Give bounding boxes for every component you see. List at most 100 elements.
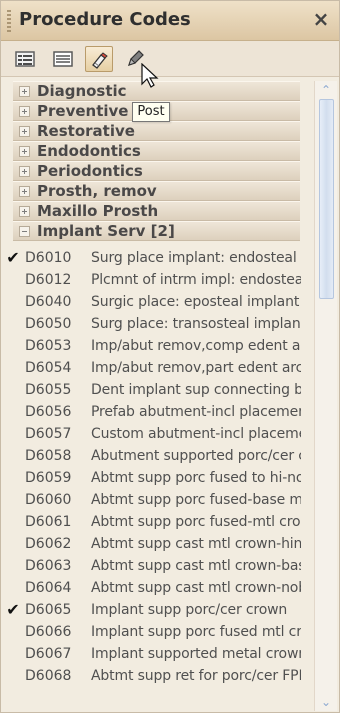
procedure-description: Abtmt supp porc fused-mtl crown [91, 514, 301, 530]
close-button[interactable]: × [311, 8, 331, 30]
procedure-row[interactable]: D6068 Abtmt supp ret for porc/cer FPD [1, 665, 306, 687]
procedure-row[interactable]: D6012 Plcmnt of intrm impl: endosteal [1, 269, 306, 291]
procedure-code: D6055 [25, 382, 72, 398]
category-endodontics[interactable]: Endodontics [13, 141, 300, 161]
procedure-code: D6053 [25, 338, 72, 354]
expand-icon[interactable] [19, 166, 30, 177]
procedure-code: D6010 [25, 250, 72, 266]
procedure-code: D6067 [25, 646, 72, 662]
procedure-description: Imp/abut remov,part edent arch [91, 360, 301, 376]
procedure-description: Imp/abut remov,comp edent arch [91, 338, 301, 354]
procedure-code: D6060 [25, 492, 72, 508]
category-label: Maxillo Prosth [37, 202, 159, 220]
procedure-description: Prefab abutment-incl placement [91, 404, 301, 420]
procedure-description: Dent implant sup connecting bar [91, 382, 301, 398]
mouse-cursor-icon [141, 63, 159, 88]
expand-icon[interactable] [19, 86, 30, 97]
procedure-description: Abutment supported porc/cer crn [91, 448, 301, 464]
category-label: Diagnostic [37, 82, 127, 100]
vertical-scrollbar[interactable]: ⌃ ⌄ [314, 81, 337, 711]
detail-list-icon [53, 51, 73, 67]
expand-icon[interactable] [19, 106, 30, 117]
procedure-code: D6054 [25, 360, 72, 376]
procedure-row[interactable]: D6066 Implant supp porc fused mtl crn [1, 621, 306, 643]
category-prosth-remov[interactable]: Prosth, remov [13, 181, 300, 201]
procedure-row[interactable]: D6061 Abtmt supp porc fused-mtl crown [1, 511, 306, 533]
collapse-icon[interactable] [19, 226, 30, 237]
procedure-code: D6063 [25, 558, 72, 574]
procedure-row[interactable]: D6053 Imp/abut remov,comp edent arch [1, 335, 306, 357]
post-tool-button[interactable] [85, 46, 113, 72]
procedure-code: D6065 [25, 602, 72, 618]
procedure-code-list: Diagnostic Preventive Restorative Endodo… [1, 77, 339, 712]
category-implant-serv[interactable]: Implant Serv [2] [13, 221, 300, 241]
procedure-code: D6056 [25, 404, 72, 420]
procedure-row[interactable]: D6060 Abtmt supp porc fused-base metl [1, 489, 306, 511]
procedure-description: Abtmt supp cast mtl crown-noble [91, 580, 301, 596]
procedure-code: D6012 [25, 272, 72, 288]
procedure-code: D6059 [25, 470, 72, 486]
procedure-row[interactable]: D6064 Abtmt supp cast mtl crown-noble [1, 577, 306, 599]
procedure-description: Implant supp porc fused mtl crn [91, 624, 301, 640]
procedure-code: D6066 [25, 624, 72, 640]
category-label: Endodontics [37, 142, 141, 160]
category-label: Restorative [37, 122, 135, 140]
expand-icon[interactable] [19, 206, 30, 217]
category-maxillo-prosth[interactable]: Maxillo Prosth [13, 201, 300, 221]
detail-view-button[interactable] [49, 46, 77, 72]
procedure-code: D6062 [25, 536, 72, 552]
procedure-code: D6068 [25, 668, 72, 684]
procedure-code: D6061 [25, 514, 72, 530]
procedure-code: D6050 [25, 316, 72, 332]
procedure-row[interactable]: D6055 Dent implant sup connecting bar [1, 379, 306, 401]
procedure-description: Abtmt supp cast mtl crown-base [91, 558, 301, 574]
procedure-row[interactable]: ✔ D6065 Implant supp porc/cer crown [1, 599, 306, 621]
list-view-icon [15, 51, 35, 67]
expand-icon[interactable] [19, 186, 30, 197]
procedure-description: Custom abutment-incl placement [91, 426, 301, 442]
procedure-codes-panel: Procedure Codes × Post Diagnostic Preven… [0, 0, 340, 713]
post-tool-icon [92, 52, 108, 69]
procedure-code: D6040 [25, 294, 72, 310]
category-label: Preventive [37, 102, 129, 120]
procedure-description: Surgic place: eposteal implant [91, 294, 300, 310]
post-tooltip: Post [132, 102, 170, 122]
procedure-description: Abtmt supp cast mtl crown-hinob [91, 536, 301, 552]
procedure-row[interactable]: D6057 Custom abutment-incl placement [1, 423, 306, 445]
procedure-description: Plcmnt of intrm impl: endosteal [91, 272, 301, 288]
procedure-description: Abtmt supp porc fused-base metl [91, 492, 301, 508]
category-periodontics[interactable]: Periodontics [13, 161, 300, 181]
procedure-description: Abtmt supp ret for porc/cer FPD [91, 668, 301, 684]
category-label: Prosth, remov [37, 182, 157, 200]
drag-grip-icon[interactable] [7, 10, 11, 32]
procedure-row[interactable]: D6050 Surg place: transosteal implant [1, 313, 306, 335]
procedure-row[interactable]: D6056 Prefab abutment-incl placement [1, 401, 306, 423]
procedure-row[interactable]: D6058 Abutment supported porc/cer crn [1, 445, 306, 467]
procedure-code: D6058 [25, 448, 72, 464]
procedure-description: Abtmt supp porc fused to hi-nob [91, 470, 301, 486]
procedure-description: Surg place: transosteal implant [91, 316, 301, 332]
procedure-row[interactable]: D6054 Imp/abut remov,part edent arch [1, 357, 306, 379]
panel-titlebar[interactable]: Procedure Codes × [1, 1, 339, 41]
scroll-thumb[interactable] [319, 99, 334, 299]
category-label: Periodontics [37, 162, 143, 180]
procedure-row[interactable]: D6067 Implant supported metal crown [1, 643, 306, 665]
check-icon: ✔ [6, 248, 20, 267]
procedure-description: Implant supp porc/cer crown [91, 602, 288, 618]
procedure-row[interactable]: ✔ D6010 Surg place implant: endosteal [1, 247, 306, 269]
procedure-description: Surg place implant: endosteal [91, 250, 297, 266]
procedure-row[interactable]: D6059 Abtmt supp porc fused to hi-nob [1, 467, 306, 489]
expand-icon[interactable] [19, 126, 30, 137]
procedure-toolbar [1, 41, 339, 77]
category-restorative[interactable]: Restorative [13, 121, 300, 141]
procedure-row[interactable]: D6062 Abtmt supp cast mtl crown-hinob [1, 533, 306, 555]
procedure-description: Implant supported metal crown [91, 646, 301, 662]
procedure-row[interactable]: D6063 Abtmt supp cast mtl crown-base [1, 555, 306, 577]
procedure-row[interactable]: D6040 Surgic place: eposteal implant [1, 291, 306, 313]
scroll-down-icon[interactable]: ⌄ [318, 693, 334, 711]
list-view-button[interactable] [11, 46, 39, 72]
category-label: Implant Serv [2] [37, 222, 175, 240]
expand-icon[interactable] [19, 146, 30, 157]
scroll-up-icon[interactable]: ⌃ [318, 81, 334, 99]
check-icon: ✔ [6, 600, 20, 619]
